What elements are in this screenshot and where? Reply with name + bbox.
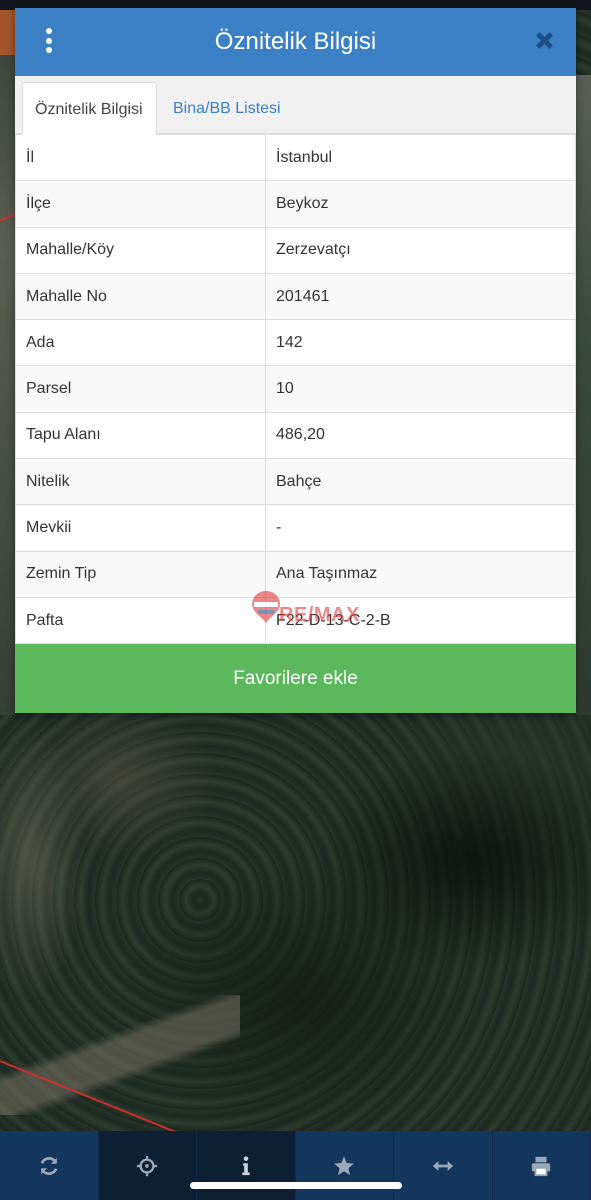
attribute-value: 201461 [265, 272, 576, 321]
table-row: Pafta F22-D-13-C-2-B [15, 596, 576, 645]
attribute-value: 10 [265, 365, 576, 413]
map-background-edge [0, 55, 15, 715]
attribute-value: 142 [265, 319, 576, 367]
bottom-toolbar [0, 1131, 591, 1200]
table-row: Tapu Alanı 486,20 [15, 411, 576, 460]
add-to-favorites-button[interactable]: Favorilere ekle [15, 644, 576, 713]
table-row: İl İstanbul [15, 133, 576, 182]
table-row: Mahalle No 201461 [15, 272, 576, 321]
refresh-icon [40, 1156, 58, 1175]
tab-attribute-info[interactable]: Öznitelik Bilgisi [22, 82, 157, 135]
modal-header: Öznitelik Bilgisi [15, 8, 576, 76]
attribute-key: Parsel [15, 365, 266, 413]
table-row: Mevkii - [15, 504, 576, 552]
arrows-horizontal-icon [432, 1160, 453, 1171]
attribute-key: İl [15, 133, 266, 182]
print-button[interactable] [492, 1131, 591, 1200]
info-icon [242, 1155, 250, 1175]
attribute-value: Beykoz [265, 180, 576, 228]
attribute-key: Ada [15, 319, 266, 367]
refresh-button[interactable] [0, 1131, 99, 1200]
attribute-value: Ana Taşınmaz [265, 550, 576, 598]
table-row: Ada 142 [15, 319, 576, 367]
attribute-key: Zemin Tip [15, 550, 266, 598]
favorites-button[interactable] [295, 1131, 394, 1200]
attribute-info-modal: Öznitelik Bilgisi Öznitelik Bilgisi Bina… [15, 8, 576, 713]
tab-building-list[interactable]: Bina/BB Listesi [161, 82, 293, 135]
home-indicator [190, 1182, 402, 1189]
info-button[interactable] [197, 1131, 296, 1200]
attribute-key: Pafta [15, 596, 266, 645]
attribute-value: 486,20 [265, 411, 576, 460]
table-row: Zemin Tip Ana Taşınmaz [15, 550, 576, 598]
locate-button[interactable] [98, 1131, 197, 1200]
tab-bar: Öznitelik Bilgisi Bina/BB Listesi [15, 76, 576, 135]
attribute-key: Tapu Alanı [15, 411, 266, 460]
print-icon [532, 1156, 551, 1176]
attribute-key: İlçe [15, 180, 266, 228]
attribute-value: - [265, 504, 576, 552]
close-icon[interactable] [532, 28, 558, 54]
crosshairs-icon [137, 1155, 158, 1176]
attribute-table: İl İstanbul İlçe Beykoz Mahalle/Köy Zerzevatç… [15, 133, 576, 645]
measure-button[interactable] [394, 1131, 493, 1200]
attribute-value: Bahçe [265, 458, 576, 506]
attribute-value: F22-D-13-C-2-B [265, 596, 576, 645]
table-row: İlçe Beykoz [15, 180, 576, 228]
star-icon [334, 1155, 355, 1175]
table-row: Parsel 10 [15, 365, 576, 413]
table-row: Nitelik Bahçe [15, 458, 576, 506]
attribute-key: Mahalle/Köy [15, 226, 266, 274]
attribute-key: Mahalle No [15, 272, 266, 321]
attribute-value: Zerzevatçı [265, 226, 576, 274]
map-background-edge [576, 75, 591, 715]
attribute-value: İstanbul [265, 133, 576, 182]
more-vertical-icon[interactable] [39, 28, 59, 56]
map-road [0, 995, 240, 1115]
modal-title: Öznitelik Bilgisi [214, 28, 377, 55]
attribute-key: Nitelik [15, 458, 266, 506]
attribute-key: Mevkii [15, 504, 266, 552]
table-row: Mahalle/Köy Zerzevatçı [15, 226, 576, 274]
